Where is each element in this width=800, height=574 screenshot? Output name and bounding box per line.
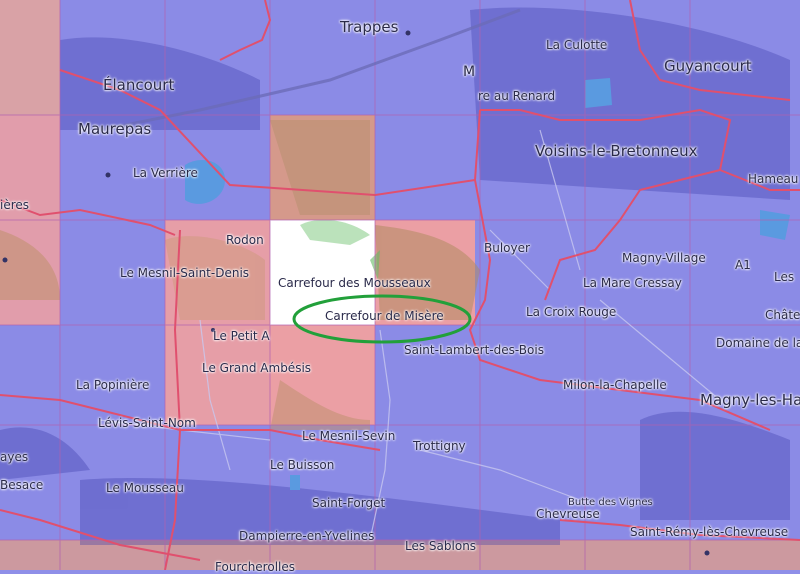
- label-dampierre: Dampierre-en-Yvelines: [239, 529, 375, 543]
- label-les-sablons: Les Sablons: [405, 539, 477, 553]
- label-saint-forget: Saint-Forget: [312, 496, 386, 510]
- label-saint-remy: Saint-Rémy-lès-Chevreuse: [630, 525, 789, 539]
- label-a1: A1: [735, 258, 751, 272]
- label-besace: Besace: [0, 478, 44, 492]
- label-re-au-renard: re au Renard: [478, 89, 556, 103]
- label-le-buisson: Le Buisson: [270, 458, 335, 472]
- label-le-mousseau: Le Mousseau: [106, 481, 184, 495]
- label-le-mesnil-saint-denis: Le Mesnil-Saint-Denis: [120, 266, 250, 280]
- label-hameau: Hameau: [748, 172, 799, 186]
- label-trappes: Trappes: [340, 18, 399, 36]
- label-m: M: [463, 64, 476, 80]
- label-la-croix-rouge: La Croix Rouge: [526, 305, 617, 319]
- label-chevreuse: Chevreuse: [536, 507, 600, 521]
- label-guyancourt: Guyancourt: [664, 57, 752, 75]
- label-magny-village: Magny-Village: [622, 251, 706, 265]
- label-elancourt: Élancourt: [103, 76, 175, 94]
- label-la-culotte: La Culotte: [546, 38, 608, 52]
- label-rodon: Rodon: [226, 233, 264, 247]
- label-le-mesnil-sevin: Le Mesnil-Sevin: [302, 429, 396, 443]
- label-chate: Châte: [765, 308, 800, 322]
- label-la-popiniere: La Popinière: [76, 378, 150, 392]
- label-milon: Milon-la-Chapelle: [563, 378, 667, 392]
- label-carrefour-mousseaux: Carrefour des Mousseaux: [278, 276, 431, 290]
- label-fourcherolles: Fourcherolles: [215, 560, 295, 574]
- label-les: Les: [774, 270, 795, 284]
- label-saint-lambert: Saint-Lambert-des-Bois: [404, 343, 544, 357]
- label-trottigny: Trottigny: [413, 439, 466, 453]
- label-levis: Lévis-Saint-Nom: [98, 416, 196, 430]
- label-ieres: ières: [0, 198, 30, 212]
- label-maurepas: Maurepas: [78, 120, 152, 138]
- label-le-petit-a: Le Petit A: [213, 329, 270, 343]
- label-la-mare-cressay: La Mare Cressay: [583, 276, 682, 290]
- label-ayes: ayes: [0, 450, 29, 464]
- label-carrefour-misere: Carrefour de Misère: [325, 309, 444, 323]
- label-buloyer: Buloyer: [484, 241, 530, 255]
- label-le-grand-ambesis: Le Grand Ambésis: [202, 361, 312, 375]
- label-magny-les-ham: Magny-les-Ham: [700, 391, 800, 409]
- label-la-verriere: La Verrière: [133, 166, 198, 180]
- label-domaine-de-la: Domaine de la: [716, 336, 800, 350]
- label-voisins: Voisins-le-Bretonneux: [535, 142, 698, 160]
